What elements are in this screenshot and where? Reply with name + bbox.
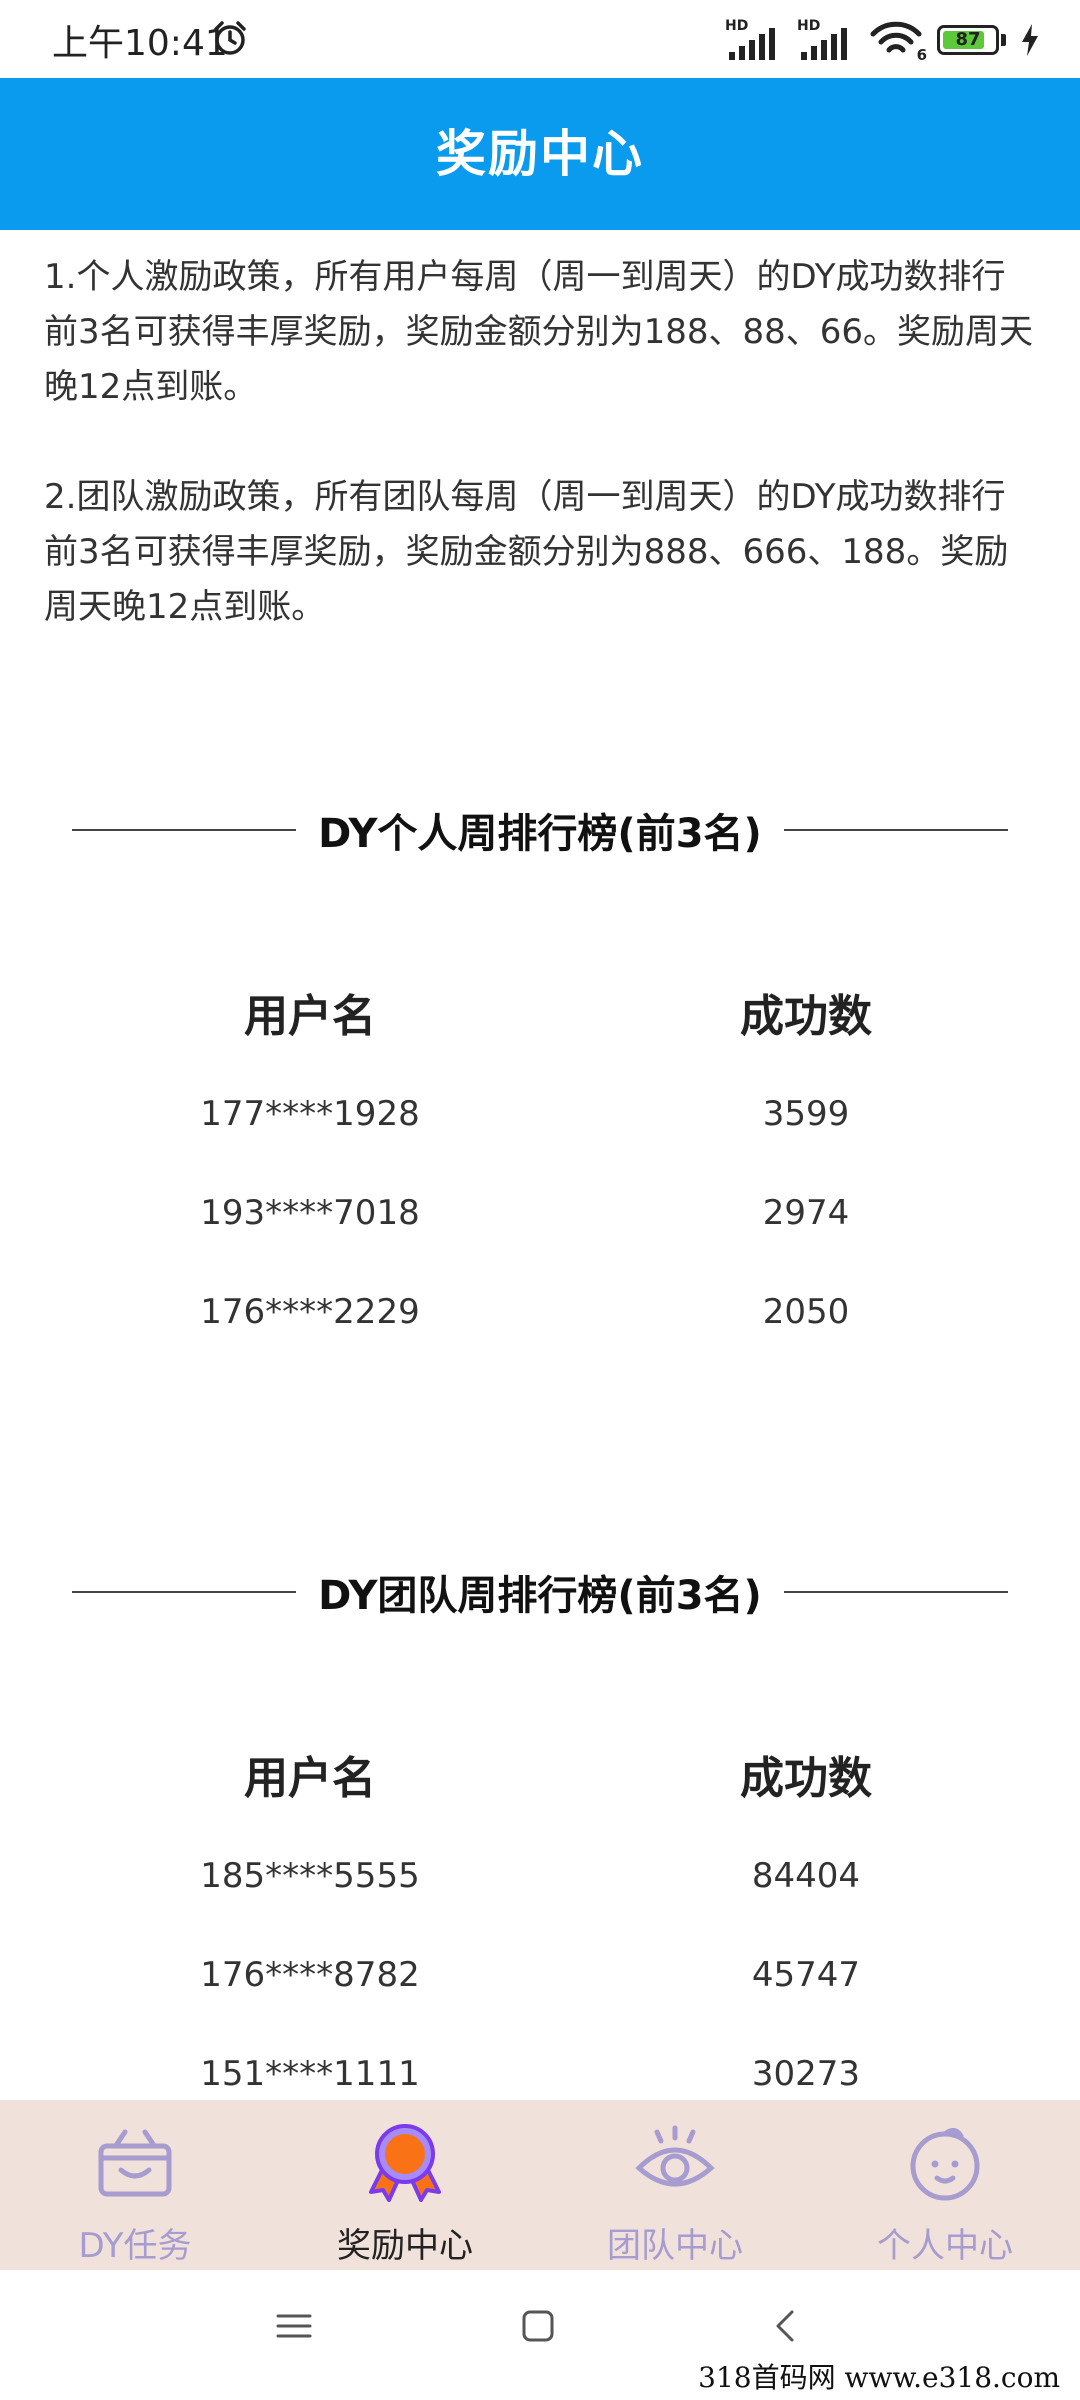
menu-icon[interactable] [276, 2308, 312, 2344]
face-icon [910, 2128, 980, 2201]
status-time: 上午10:41 [52, 23, 228, 64]
gift-box-icon [98, 2129, 172, 2197]
ranking-user: 193****7018 [200, 1193, 420, 1233]
tab-label: 团队中心 [607, 2226, 743, 2266]
battery-level: 87 [955, 29, 981, 50]
tab-reward-center[interactable]: 奖励中心 [270, 2100, 540, 2270]
personal-ranking-heading: DY个人周排行榜(前3名) [72, 800, 1008, 860]
tab-personal-center[interactable]: 个人中心 [810, 2100, 1080, 2270]
wifi-badge: 6 [916, 46, 927, 64]
tab-label: DY任务 [78, 2226, 192, 2266]
ranking-user: 176****8782 [200, 1955, 420, 1995]
column-header-count: 成功数 [740, 991, 872, 1042]
bottom-tab-bar: DY任务 奖励中心 团队中心 个人中心 [0, 2100, 1080, 2270]
eye-icon [635, 2125, 715, 2187]
back-icon[interactable] [768, 2308, 804, 2344]
tab-label: 奖励中心 [337, 2226, 473, 2266]
medal-icon [369, 2124, 441, 2202]
ranking-count: 84404 [751, 1856, 861, 1896]
ranking-count: 2974 [762, 1193, 850, 1233]
charging-icon [1022, 24, 1038, 56]
column-header-count: 成功数 [740, 1753, 872, 1804]
page-title: 奖励中心 [436, 125, 644, 183]
column-header-user: 用户名 [244, 991, 376, 1042]
signal-icon: HD [797, 18, 855, 62]
divider [72, 829, 297, 831]
title-bar: 奖励中心 [0, 78, 1080, 230]
column-header-user: 用户名 [244, 1753, 376, 1804]
team-ranking-heading: DY团队周排行榜(前3名) [72, 1562, 1008, 1622]
divider [783, 1591, 1008, 1593]
ranking-user: 185****5555 [200, 1856, 420, 1896]
divider [783, 829, 1008, 831]
signal-icon: HD [725, 18, 783, 62]
tab-label: 个人中心 [877, 2226, 1013, 2266]
tab-dy-task[interactable]: DY任务 [0, 2100, 270, 2270]
alarm-clock-icon [214, 21, 246, 55]
divider [72, 1591, 297, 1593]
battery-icon: 87 [937, 25, 999, 55]
watermark: 318首码网 www.e318.com [698, 2361, 1060, 2394]
ranking-count: 45747 [751, 1955, 861, 1995]
team-ranking-title: DY团队周排行榜(前3名) [318, 1573, 762, 1619]
ranking-count: 2050 [762, 1292, 850, 1332]
ranking-user: 177****1928 [200, 1094, 420, 1134]
personal-ranking-title: DY个人周排行榜(前3名) [318, 811, 762, 857]
ranking-user: 176****2229 [200, 1292, 420, 1332]
ranking-count: 30273 [751, 2054, 861, 2094]
wifi-icon: 6 [869, 18, 927, 64]
policy-text-team: 2.团队激励政策，所有团队每周（周一到周天）的DY成功数排行前3名可获得丰厚奖励… [44, 477, 1009, 627]
policy-text-personal: 1.个人激励政策，所有用户每周（周一到周天）的DY成功数排行前3名可获得丰厚奖励… [44, 257, 1034, 407]
tab-team-center[interactable]: 团队中心 [540, 2100, 810, 2270]
home-icon[interactable] [520, 2308, 556, 2344]
ranking-user: 151****1111 [200, 2054, 420, 2094]
ranking-count: 3599 [762, 1094, 850, 1134]
status-bar: 上午10:41 HD HD 6 87 [0, 0, 1080, 78]
